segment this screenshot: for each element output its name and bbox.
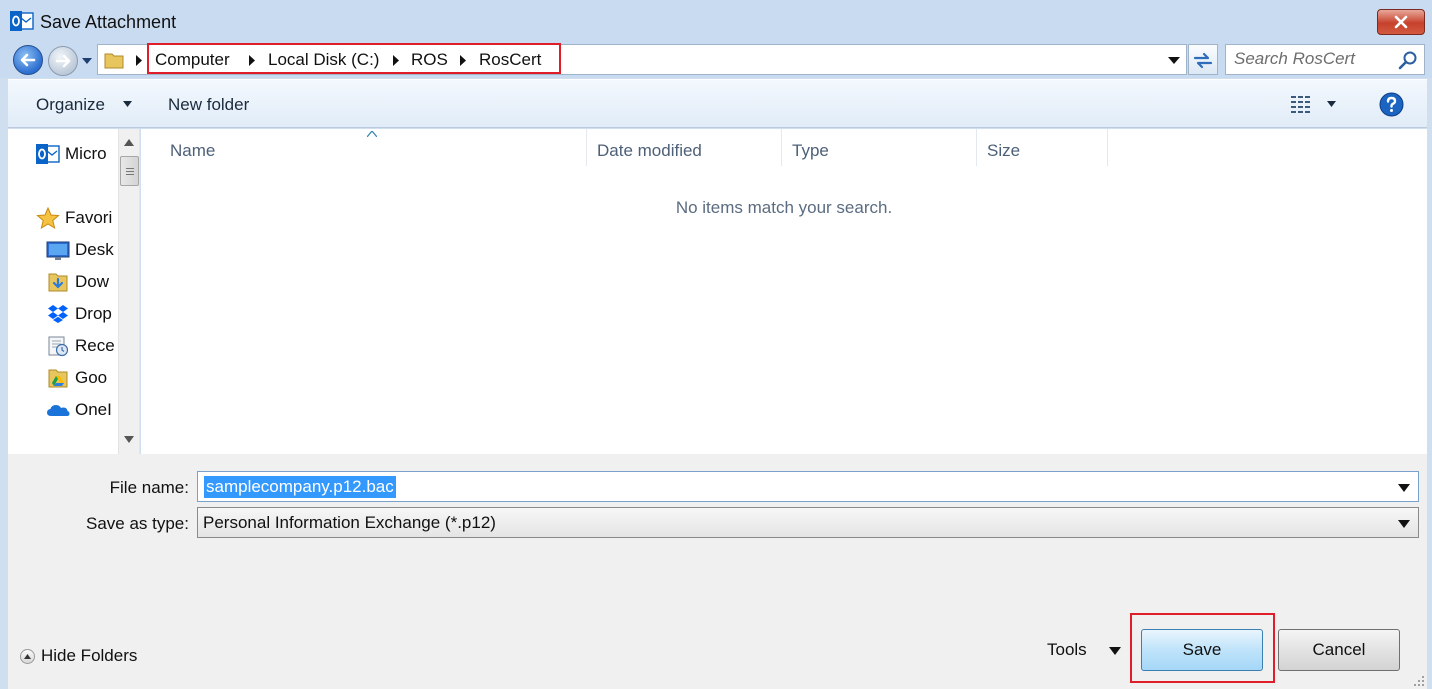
nav-item-microsoft-outlook[interactable]: Micro — [36, 141, 107, 167]
save-highlight-box — [1130, 613, 1275, 683]
chevron-down-icon[interactable] — [1398, 484, 1410, 492]
close-button[interactable] — [1377, 9, 1425, 35]
nav-item-label: OneI — [75, 400, 112, 419]
nav-item-label: Rece — [75, 336, 115, 355]
nav-item-onedrive[interactable]: OneI — [46, 397, 112, 423]
arrow-right-icon — [55, 54, 71, 68]
chevron-down-icon[interactable] — [1398, 520, 1410, 528]
navigation-scrollbar[interactable] — [118, 129, 139, 454]
navigation-pane: Micro Favori Desk Dow Drop Rece Goo OneI — [8, 129, 140, 454]
nav-item-label: Favori — [65, 208, 113, 227]
arrow-left-icon — [20, 53, 36, 67]
outlook-icon — [10, 11, 34, 31]
recent-places-icon — [48, 336, 69, 357]
chevron-down-icon[interactable] — [1109, 647, 1121, 655]
refresh-icon — [1193, 52, 1213, 68]
nav-item-google-drive[interactable]: Goo — [46, 365, 107, 391]
back-button[interactable] — [13, 45, 43, 75]
nav-item-dropbox[interactable]: Drop — [46, 301, 112, 327]
column-header-label: Name — [170, 141, 216, 160]
nav-item-label: Desk — [75, 240, 114, 259]
refresh-button[interactable] — [1188, 44, 1218, 75]
save-as-type-label: Save as type: — [85, 514, 189, 533]
scroll-up-icon[interactable] — [124, 139, 134, 146]
window-title: Save Attachment — [40, 12, 177, 32]
dropbox-icon — [48, 305, 68, 323]
column-header-date-modified[interactable]: Date modified — [587, 129, 782, 166]
command-toolbar: Organize New folder — [8, 79, 1427, 128]
resize-grip-icon[interactable] — [1412, 674, 1426, 688]
google-drive-folder-icon — [48, 369, 68, 388]
address-highlight-box — [147, 43, 561, 74]
breadcrumb-arrow-icon[interactable] — [135, 55, 143, 66]
search-input[interactable] — [1234, 49, 1394, 69]
nav-item-label: Dow — [75, 272, 110, 291]
column-header-type[interactable]: Type — [782, 129, 977, 166]
outlook-icon — [36, 144, 60, 164]
column-header-label: Type — [792, 141, 829, 160]
nav-item-desktop[interactable]: Desk — [46, 237, 114, 263]
column-header-label: Size — [987, 141, 1021, 160]
new-folder-button[interactable]: New folder — [168, 95, 249, 115]
column-header-name[interactable]: Name — [160, 129, 587, 166]
chevron-up-icon — [20, 648, 35, 664]
hide-folders-button[interactable]: Hide Folders — [20, 646, 137, 666]
recent-locations-dropdown-icon[interactable] — [81, 56, 93, 66]
chevron-down-icon[interactable] — [123, 101, 132, 107]
empty-message: No items match your search. — [675, 198, 893, 217]
nav-item-downloads[interactable]: Dow — [46, 269, 109, 295]
scrollbar-thumb[interactable] — [120, 156, 139, 186]
save-as-type-value: Personal Information Exchange (*.p12) — [203, 513, 496, 532]
search-box[interactable] — [1225, 44, 1425, 75]
file-list-pane: Name Date modified Type Size No items ma… — [141, 129, 1427, 454]
onedrive-icon — [47, 405, 70, 416]
search-icon[interactable] — [1398, 50, 1418, 70]
nav-item-label: Goo — [75, 368, 108, 387]
folder-icon — [104, 53, 124, 69]
file-name-input[interactable]: samplecompany.p12.bac — [204, 476, 396, 498]
nav-item-label: Micro — [65, 144, 107, 163]
tools-menu-button[interactable]: Tools — [1047, 640, 1087, 660]
scroll-down-icon[interactable] — [124, 436, 134, 443]
hide-folders-label: Hide Folders — [41, 646, 138, 665]
organize-menu-button[interactable]: Organize — [36, 95, 105, 115]
downloads-folder-icon — [48, 273, 68, 292]
star-icon — [36, 207, 60, 229]
column-header-size[interactable]: Size — [977, 129, 1108, 166]
view-options-icon[interactable] — [1290, 94, 1316, 114]
nav-item-label: Drop — [75, 304, 112, 323]
help-icon[interactable] — [1379, 92, 1404, 117]
address-history-dropdown-icon[interactable] — [1168, 56, 1180, 65]
cancel-button[interactable]: Cancel — [1278, 629, 1400, 671]
file-name-field[interactable]: samplecompany.p12.bac — [197, 471, 1419, 502]
close-icon — [1394, 15, 1408, 29]
forward-button[interactable] — [48, 46, 78, 76]
chevron-down-icon[interactable] — [1327, 101, 1336, 107]
nav-item-recent-places[interactable]: Rece — [46, 333, 115, 359]
save-as-type-select[interactable]: Personal Information Exchange (*.p12) — [197, 507, 1419, 538]
title-bar: Save Attachment — [0, 0, 1432, 42]
column-header-label: Date modified — [597, 141, 702, 160]
desktop-icon — [46, 241, 70, 260]
nav-item-favorites[interactable]: Favori — [36, 205, 112, 231]
file-name-label: File name: — [109, 478, 189, 497]
